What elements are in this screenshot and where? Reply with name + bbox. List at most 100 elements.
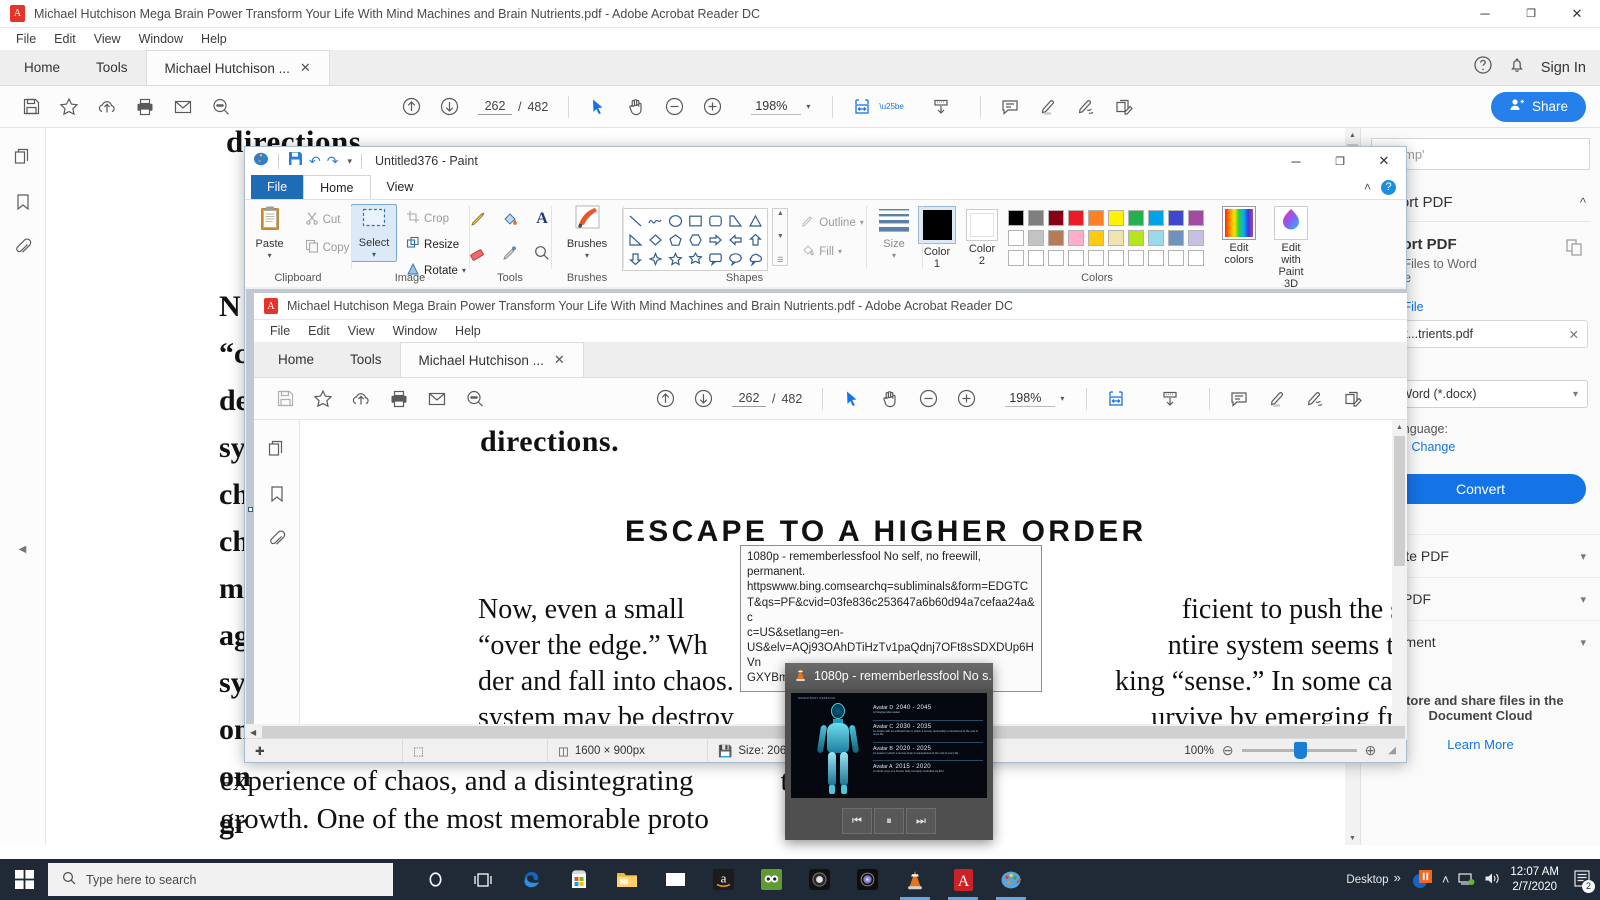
color-swatch-2-4[interactable] xyxy=(1088,250,1104,266)
color-swatch-1-8[interactable] xyxy=(1168,230,1184,246)
color-1-button[interactable] xyxy=(918,206,956,244)
inner-highlight-icon[interactable] xyxy=(1260,382,1294,416)
maximize-button[interactable]: ❐ xyxy=(1508,0,1554,27)
color-swatch-0-2[interactable] xyxy=(1048,210,1064,226)
upload-cloud-icon[interactable] xyxy=(90,90,124,124)
shapes-scroll-down-icon[interactable]: ▼ xyxy=(777,233,784,240)
zoom-out-button[interactable]: ⊖ xyxy=(1222,742,1234,759)
paint-customize-qat-icon[interactable]: ▾ xyxy=(347,156,352,167)
minimize-button[interactable]: ─ xyxy=(1462,0,1508,27)
select-tool-icon[interactable] xyxy=(581,90,615,124)
inner-scroll-mode-icon[interactable] xyxy=(1153,382,1187,416)
paint-app-icon[interactable] xyxy=(253,151,269,172)
inner-scrollbar-thumb[interactable] xyxy=(1394,436,1405,566)
cut-button[interactable]: Cut xyxy=(302,209,353,230)
shape-rectangle[interactable] xyxy=(685,211,705,230)
size-button[interactable]: Size ▾ xyxy=(868,204,920,260)
shape-right-arrow[interactable] xyxy=(705,230,725,249)
paint-undo-icon[interactable]: ↶ xyxy=(309,153,321,170)
taskbar-owl-app-icon[interactable] xyxy=(747,859,795,900)
fill-with-color-tool[interactable] xyxy=(497,210,523,228)
edit-with-paint-3d-button[interactable] xyxy=(1274,206,1308,240)
shape-left-arrow[interactable] xyxy=(725,230,745,249)
paint-minimize-button[interactable]: ─ xyxy=(1274,147,1318,175)
hscroll-left-arrow-icon[interactable]: ◀ xyxy=(246,728,260,737)
page-number-input[interactable]: 262 xyxy=(478,98,512,115)
save-icon[interactable] xyxy=(14,90,48,124)
vlc-video-surface[interactable]: HUMAN BODY REDESIGN Avatar D 2040 - 2045 xyxy=(791,693,987,798)
inner-tab-close-icon[interactable]: ✕ xyxy=(554,352,565,368)
zoom-out-icon[interactable] xyxy=(657,90,691,124)
show-desktop-label[interactable]: Desktop xyxy=(1346,874,1388,886)
shape-rounded-rectangle[interactable] xyxy=(705,211,725,230)
color-swatch-1-3[interactable] xyxy=(1068,230,1084,246)
shape-five-point-star[interactable] xyxy=(665,249,685,268)
fill-caret-icon[interactable]: ▾ xyxy=(838,247,842,256)
color-swatch-1-0[interactable] xyxy=(1008,230,1024,246)
sign-in-button[interactable]: Sign In xyxy=(1541,60,1586,76)
shapes-expand-icon[interactable]: ☰ xyxy=(777,256,783,264)
shape-oval[interactable] xyxy=(665,211,685,230)
tab-tools[interactable]: Tools xyxy=(78,50,146,85)
color-swatch-2-1[interactable] xyxy=(1028,250,1044,266)
color-swatch-1-4[interactable] xyxy=(1088,230,1104,246)
menu-view[interactable]: View xyxy=(86,30,129,48)
taskbar-camera-app-icon[interactable] xyxy=(795,859,843,900)
color-swatch-0-1[interactable] xyxy=(1028,210,1044,226)
inner-tab-home[interactable]: Home xyxy=(260,342,333,377)
chevron-down-icon[interactable]: ▾ xyxy=(1573,389,1578,400)
color-swatch-1-7[interactable] xyxy=(1148,230,1164,246)
shape-line[interactable] xyxy=(625,211,645,230)
shape-right-triangle-2[interactable] xyxy=(625,230,645,249)
paint-save-icon[interactable] xyxy=(288,151,303,171)
paint-tab-view[interactable]: View xyxy=(371,175,430,199)
edit-colors-button[interactable] xyxy=(1222,206,1256,240)
color-swatch-2-8[interactable] xyxy=(1168,250,1184,266)
shape-six-point-star[interactable] xyxy=(685,249,705,268)
share-button[interactable]: Share xyxy=(1490,91,1586,122)
page-thumbnails-icon[interactable] xyxy=(12,146,34,173)
paint-close-button[interactable]: ✕ xyxy=(1362,147,1406,175)
vlc-pause-button[interactable]: ⏸ xyxy=(874,808,904,834)
remove-file-icon[interactable]: ✕ xyxy=(1569,327,1579,342)
brushes-button[interactable]: Brushes ▾ xyxy=(561,204,613,260)
zoom-in-icon[interactable] xyxy=(695,90,729,124)
shape-four-point-star[interactable] xyxy=(645,249,665,268)
inner-hand-tool-icon[interactable] xyxy=(873,382,907,416)
paint-help-icon[interactable]: ? xyxy=(1381,179,1396,195)
shape-cloud-callout[interactable] xyxy=(745,249,765,268)
scroll-mode-icon[interactable] xyxy=(924,90,958,124)
help-circle-icon[interactable] xyxy=(1473,55,1493,80)
color-swatch-0-4[interactable] xyxy=(1088,210,1104,226)
inner-previous-page-icon[interactable] xyxy=(648,382,682,416)
action-center-icon[interactable]: 2 xyxy=(1572,869,1595,893)
search-icon[interactable] xyxy=(204,90,238,124)
fill-button[interactable]: Fill ▾ xyxy=(798,241,866,262)
crop-button[interactable]: Crop xyxy=(403,208,469,229)
acrobat-inner-scrollbar[interactable]: ▲ ▼ xyxy=(1392,420,1407,737)
color-swatch-0-7[interactable] xyxy=(1148,210,1164,226)
taskbar-amazon-icon[interactable]: a xyxy=(699,859,747,900)
shape-diamond[interactable] xyxy=(645,230,665,249)
inner-select-tool-icon[interactable] xyxy=(835,382,869,416)
inner-menu-edit[interactable]: Edit xyxy=(300,322,338,340)
inner-page-number-input[interactable]: 262 xyxy=(732,390,766,407)
tray-overflow-icon[interactable]: » xyxy=(1394,870,1401,885)
shape-right-triangle[interactable] xyxy=(725,211,745,230)
shape-rounded-callout[interactable] xyxy=(705,249,725,268)
taskbar-color-app-icon[interactable] xyxy=(843,859,891,900)
resize-grip[interactable]: ◢ xyxy=(1388,745,1396,756)
paint-redo-icon[interactable]: ↷ xyxy=(327,153,339,170)
fit-width-icon[interactable] xyxy=(845,90,879,124)
chevron-down-icon[interactable]: ▾ xyxy=(806,102,810,111)
menu-edit[interactable]: Edit xyxy=(46,30,84,48)
inner-scroll-up-arrow-icon[interactable]: ▲ xyxy=(1393,420,1407,434)
resize-button[interactable]: Resize xyxy=(403,234,469,255)
chevron-down-icon[interactable]: ▾ xyxy=(1580,593,1586,606)
zoom-level-control[interactable]: 198% ▾ xyxy=(747,96,814,117)
tray-chevron-up-icon[interactable]: ˄ xyxy=(1442,872,1450,887)
inner-zoom-level-control[interactable]: 198% ▾ xyxy=(1001,388,1068,409)
notification-bell-icon[interactable] xyxy=(1507,55,1527,80)
color-palette[interactable] xyxy=(1008,210,1206,268)
chevron-down-icon[interactable]: ▾ xyxy=(1580,550,1586,563)
